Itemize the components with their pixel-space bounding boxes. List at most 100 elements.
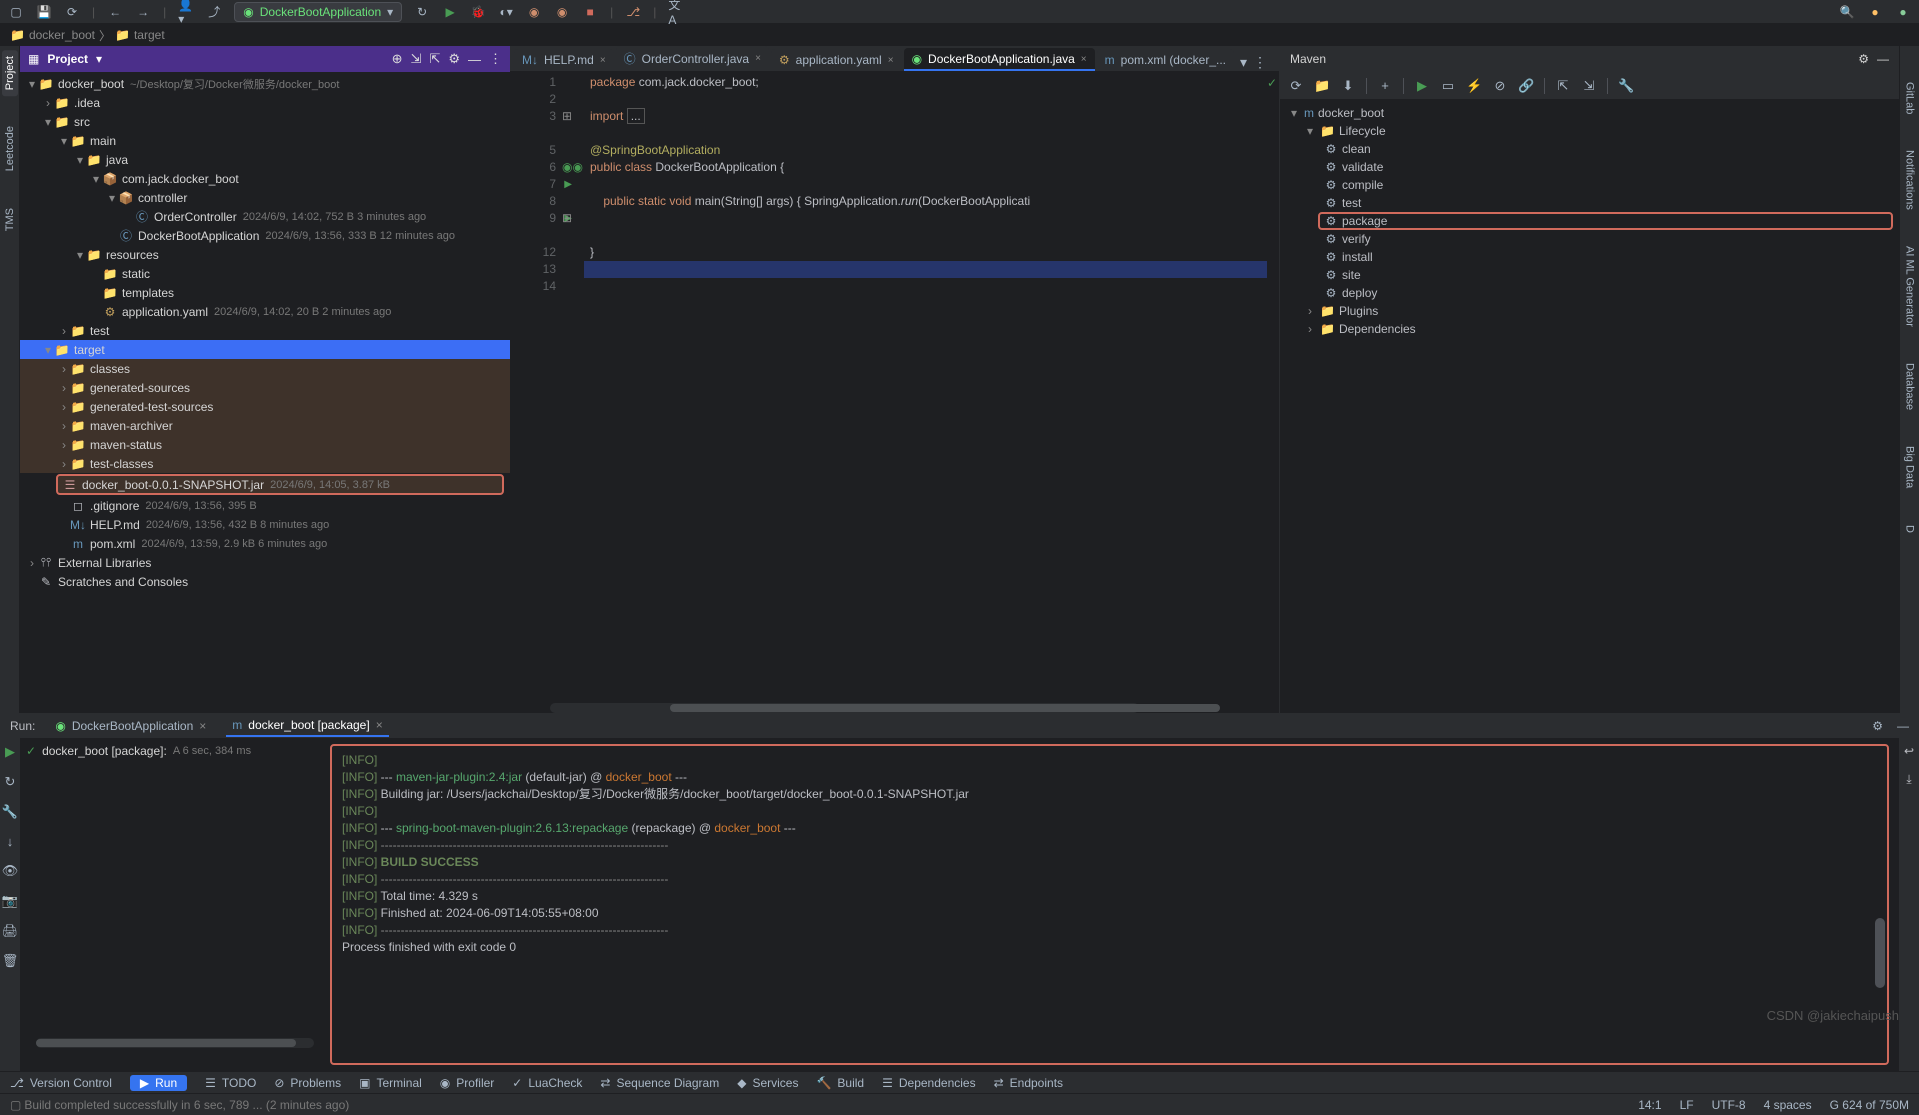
tree-row[interactable]: ›📁generated-sources [20, 378, 510, 397]
tree-row[interactable]: ›📁maven-status [20, 435, 510, 454]
run-tab-app[interactable]: ◉DockerBootApplication× [49, 716, 212, 736]
translate-icon[interactable]: 文A [668, 4, 684, 20]
breadcrumb-root[interactable]: docker_boot [29, 28, 95, 42]
user-icon[interactable]: 👤▾ [178, 4, 194, 20]
tree-row[interactable]: ▾📦com.jack.docker_boot [20, 169, 510, 188]
jar-file-row[interactable]: ☰docker_boot-0.0.1-SNAPSHOT.jar2024/6/9,… [56, 474, 504, 495]
run-config-selector[interactable]: ◉ DockerBootApplication ▾ [234, 2, 402, 22]
settings-icon[interactable]: 🔧 [1618, 78, 1634, 94]
database-tab[interactable]: Database [1902, 357, 1918, 416]
scrollbar[interactable] [36, 1038, 314, 1048]
expand-icon[interactable]: ⇲ [411, 51, 422, 67]
stop2-icon[interactable]: ↻ [5, 774, 16, 790]
forward-icon[interactable]: → [135, 4, 151, 20]
tree-row[interactable]: ▾📁docker_boot~/Desktop/复习/Docker微服务/dock… [20, 74, 510, 93]
show-deps-icon[interactable]: 🔗 [1518, 78, 1534, 94]
breadcrumb-path[interactable]: target [134, 28, 165, 42]
encoding[interactable]: UTF-8 [1712, 1098, 1746, 1112]
camera-icon[interactable]: 📷 [2, 893, 18, 909]
gear-icon[interactable]: ⚙ [1872, 719, 1883, 733]
tree-row[interactable]: ◻.gitignore2024/6/9, 13:56, 395 B [20, 496, 510, 515]
services-tab[interactable]: ◆Services [737, 1076, 798, 1090]
add-icon[interactable]: + [1377, 78, 1393, 93]
tms-tool-tab[interactable]: TMS [2, 202, 18, 237]
git-icon[interactable]: ⎇ [625, 4, 641, 20]
trash-icon[interactable]: 🗑 [2, 953, 19, 969]
attach-icon[interactable]: ◉ [526, 4, 542, 20]
close-icon[interactable]: × [199, 719, 206, 733]
tree-row[interactable]: ⒸDockerBootApplication2024/6/9, 13:56, 3… [20, 226, 510, 245]
maven-plugins[interactable]: ›📁Plugins [1280, 302, 1899, 320]
tabs-more-icon[interactable]: ⋮ [1253, 54, 1267, 71]
search-icon[interactable]: 🔍 [1839, 4, 1855, 20]
window-icon[interactable]: ▢ [10, 1098, 21, 1112]
save-icon[interactable]: 💾 [36, 4, 52, 20]
d-tab[interactable]: D [1902, 519, 1918, 539]
close-icon[interactable]: × [755, 53, 761, 64]
error-stripe[interactable]: ✓ [1267, 72, 1279, 713]
bigdata-tab[interactable]: Big Data [1902, 440, 1918, 494]
close-icon[interactable]: × [888, 55, 894, 66]
code-area[interactable]: 1235 6 7▶ 8 9▶ 121314 ⊞ ◉◉ ⊞ package com… [510, 72, 1279, 713]
memory[interactable]: G 624 of 750M [1830, 1098, 1909, 1112]
tree-row[interactable]: ▾📁main [20, 131, 510, 150]
run-tree-node[interactable]: ✓ docker_boot [package]: A 6 sec, 384 ms [26, 744, 324, 758]
tree-row[interactable]: ▾📁resources [20, 245, 510, 264]
tree-row[interactable]: ›📁maven-archiver [20, 416, 510, 435]
collapse-all-icon[interactable]: ⇱ [1555, 78, 1571, 94]
luacheck-tab[interactable]: ✓LuaCheck [512, 1076, 582, 1090]
refresh-run-icon[interactable]: ↻ [414, 4, 430, 20]
maven-phase-verify[interactable]: ⚙verify [1280, 230, 1899, 248]
tree-row[interactable]: ›📁.idea [20, 93, 510, 112]
build-tab[interactable]: 🔨Build [816, 1076, 864, 1090]
hide-icon[interactable]: — [468, 52, 481, 67]
aigen-tab[interactable]: AI ML Generator [1902, 240, 1918, 333]
execute-goal-icon[interactable]: ▭ [1440, 78, 1456, 94]
generate-icon[interactable]: 📁 [1314, 78, 1330, 94]
branch-icon[interactable]: ⤴ [206, 4, 222, 20]
scroll-end-icon[interactable]: ⤓ [1906, 772, 1911, 787]
project-icon[interactable]: ▢ [8, 4, 24, 20]
tree-row[interactable]: ›📁test [20, 321, 510, 340]
maven-phase-install[interactable]: ⚙install [1280, 248, 1899, 266]
tab-help[interactable]: M↓HELP.md× [514, 49, 614, 71]
tab-pom[interactable]: mpom.xml (docker_... [1097, 49, 1234, 71]
tab-appyaml[interactable]: ⚙application.yaml× [771, 49, 902, 71]
tree-row[interactable]: ⒸOrderController2024/6/9, 14:02, 752 B 3… [20, 207, 510, 226]
attach2-icon[interactable]: ◉ [554, 4, 570, 20]
sync-icon[interactable]: ⟳ [64, 4, 80, 20]
down-icon[interactable]: ↓ [7, 834, 14, 849]
maven-phase-clean[interactable]: ⚙clean [1280, 140, 1899, 158]
todo-tab[interactable]: ☰TODO [205, 1076, 256, 1090]
tree-row[interactable]: ▾📦controller [20, 188, 510, 207]
project-tool-tab[interactable]: Project [2, 50, 18, 96]
tree-row[interactable]: ✎Scratches and Consoles [20, 572, 510, 591]
console-output[interactable]: [INFO][INFO] --- maven-jar-plugin:2.4:ja… [330, 744, 1889, 1065]
horizontal-scrollbar[interactable] [550, 703, 1139, 713]
hide-icon[interactable]: — [1877, 52, 1889, 66]
maven-lifecycle[interactable]: ▾📁Lifecycle [1280, 122, 1899, 140]
close-icon[interactable]: × [600, 55, 606, 66]
hide-icon[interactable]: — [1897, 719, 1909, 733]
notifications-tab[interactable]: Notifications [1902, 144, 1918, 216]
maven-phase-compile[interactable]: ⚙compile [1280, 176, 1899, 194]
profiler-tab[interactable]: ◉Profiler [440, 1076, 495, 1090]
maven-phase-site[interactable]: ⚙site [1280, 266, 1899, 284]
gitlab-tab[interactable]: GitLab [1902, 76, 1918, 120]
wrench-icon[interactable]: 🔧 [2, 804, 18, 820]
tree-row[interactable]: ▾📁src [20, 112, 510, 131]
tree-row[interactable]: ›📁classes [20, 359, 510, 378]
eye-icon[interactable]: 👁 [2, 863, 19, 879]
tree-row-target[interactable]: ▾📁target [20, 340, 510, 359]
chevron-down-icon[interactable]: ▾ [96, 52, 102, 66]
run-tab[interactable]: ▶Run [130, 1075, 187, 1091]
endpoints-tab[interactable]: ⇄Endpoints [994, 1076, 1063, 1090]
close-icon[interactable]: × [376, 718, 383, 732]
close-icon[interactable]: × [1081, 54, 1087, 65]
vcs-tab[interactable]: ⎇Version Control [10, 1076, 112, 1090]
select-opened-icon[interactable]: ⊕ [392, 51, 403, 67]
maven-root[interactable]: ▾mdocker_boot [1280, 104, 1899, 122]
back-icon[interactable]: ← [107, 4, 123, 20]
reload-icon[interactable]: ⟳ [1288, 78, 1304, 94]
leetcode-tool-tab[interactable]: Leetcode [2, 120, 18, 177]
